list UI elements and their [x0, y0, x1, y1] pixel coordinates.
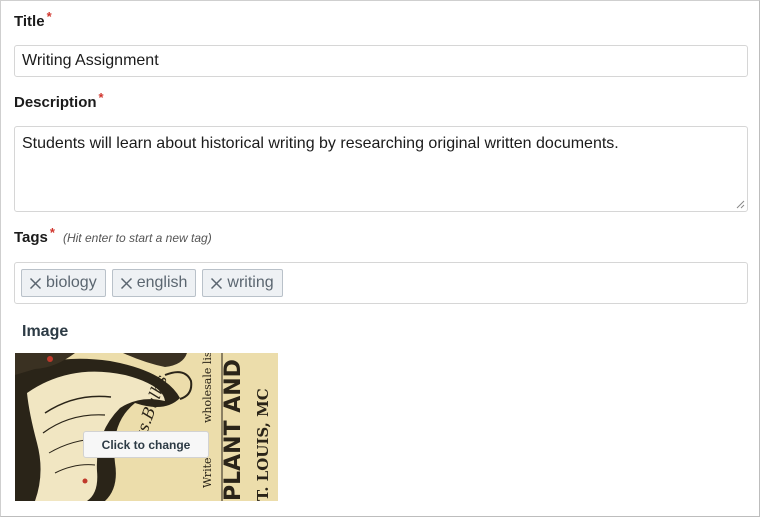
close-icon[interactable] — [29, 277, 42, 290]
close-icon[interactable] — [210, 277, 223, 290]
description-label: Description * — [14, 90, 104, 111]
description-text: Students will learn about historical wri… — [22, 135, 619, 152]
close-icon[interactable] — [120, 277, 133, 290]
tag-label: biology — [46, 274, 97, 291]
required-mark: * — [49, 225, 55, 240]
print-text-louis: T. LOUIS, MC — [254, 388, 272, 501]
image-label: Image — [22, 323, 69, 340]
print-text-write: Write — [201, 457, 214, 488]
tags-label-text: Tags — [14, 229, 48, 246]
image-preview[interactable]: ts.Bulbs Write wholesale list. PLANT AND… — [15, 353, 278, 501]
title-input[interactable]: Writing Assignment — [14, 45, 748, 77]
description-label-text: Description — [14, 94, 97, 111]
required-mark: * — [46, 9, 52, 24]
resize-grip-icon[interactable] — [736, 200, 745, 209]
content-form: Title * Writing Assignment Description * S… — [0, 0, 760, 517]
print-text-plant: PLANT AND BU — [221, 353, 246, 501]
change-image-button[interactable]: Click to change — [83, 431, 209, 458]
vintage-print-image: ts.Bulbs Write wholesale list. PLANT AND… — [15, 353, 278, 501]
tag-english[interactable]: english — [111, 269, 197, 297]
print-text-wholesale: wholesale list. — [201, 353, 214, 423]
tag-label: english — [136, 274, 188, 291]
required-mark: * — [98, 90, 104, 105]
title-label-text: Title — [14, 13, 45, 30]
tags-label: Tags * (Hit enter to start a new tag) — [14, 225, 212, 246]
tag-writing[interactable]: writing — [202, 269, 283, 297]
title-label: Title * — [14, 9, 52, 30]
tags-hint: (Hit enter to start a new tag) — [62, 231, 212, 245]
tags-input[interactable]: biology english writing — [14, 262, 748, 304]
tag-label: writing — [227, 274, 274, 291]
tag-biology[interactable]: biology — [21, 269, 106, 297]
description-textarea[interactable]: Students will learn about historical wri… — [14, 126, 748, 212]
